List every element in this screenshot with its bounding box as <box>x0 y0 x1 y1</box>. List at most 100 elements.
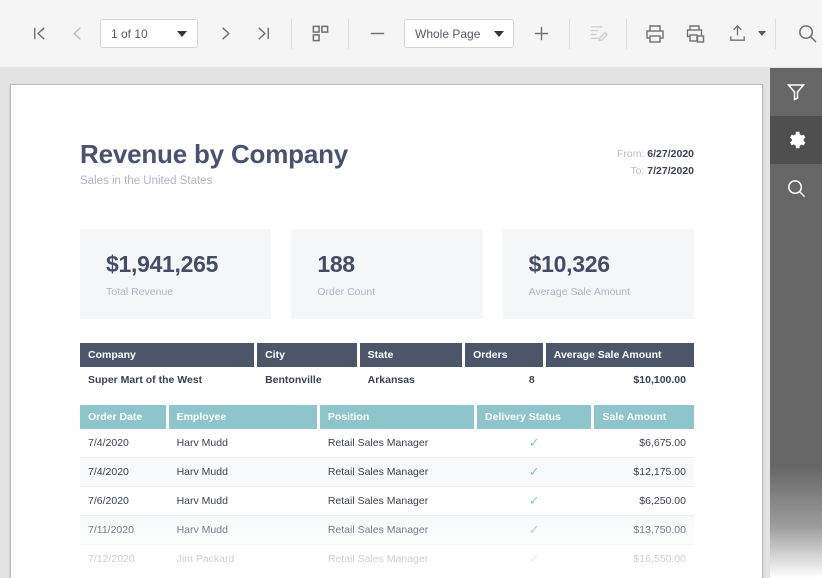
column-header-orders: Orders <box>465 343 543 367</box>
column-header-position: Position <box>320 405 474 429</box>
report-viewer-app: 1 of 10 <box>0 0 822 578</box>
table-header-row: Order Date Employee Position Delivery St… <box>80 405 694 429</box>
table-row: 7/4/2020Harv MuddRetail Sales Manager✓$1… <box>80 458 694 487</box>
cell-order-date: 7/12/2020 <box>80 545 166 573</box>
kpi-row: $1,941,265 Total Revenue 188 Order Count… <box>80 229 694 319</box>
report-page: Revenue by Company Sales in the United S… <box>10 84 763 578</box>
report-header: Revenue by Company Sales in the United S… <box>80 140 694 187</box>
viewer-toolbar: 1 of 10 <box>0 0 822 68</box>
kpi-value: $10,326 <box>529 251 694 278</box>
cell-employee: Harv Mudd <box>169 429 317 457</box>
kpi-label: Order Count <box>317 286 482 298</box>
table-row: 7/11/2020Harv MuddRetail Sales Manager ✓ $… <box>80 516 694 545</box>
report-subtitle: Sales in the United States <box>80 175 348 187</box>
cell-delivery-status: ✓ <box>477 458 591 486</box>
chevron-down-icon <box>494 31 504 37</box>
sidebar-item-search[interactable] <box>770 164 822 212</box>
previous-page-button[interactable] <box>58 15 96 53</box>
filter-icon <box>785 81 807 103</box>
last-page-button[interactable] <box>244 15 282 53</box>
check-icon: ✓ <box>529 487 540 515</box>
kpi-value: 188 <box>317 251 482 278</box>
export-icon <box>718 15 756 53</box>
to-value: 7/27/2020 <box>647 165 694 177</box>
search-icon <box>785 177 808 200</box>
kpi-card-order-count: 188 Order Count <box>291 229 482 319</box>
toolbar-divider <box>775 19 776 49</box>
cell-position: Retail Sales Manager <box>320 516 474 544</box>
sidebar-item-parameters[interactable] <box>770 116 822 164</box>
page-thumbnails-button[interactable] <box>301 15 339 53</box>
cell-employee: Harv Mudd <box>169 487 317 515</box>
next-page-button[interactable] <box>206 15 244 53</box>
sidebar-item-filter[interactable] <box>770 68 822 116</box>
cell-employee: Harv Mudd <box>169 516 317 544</box>
gear-icon <box>785 129 807 151</box>
document-viewer-area[interactable]: Revenue by Company Sales in the United S… <box>0 68 822 578</box>
toolbar-divider <box>569 19 570 49</box>
check-icon: ✓ <box>529 516 540 544</box>
cell-employee: Jim Packard <box>169 545 317 573</box>
cell-sale-amount: $16,550.00 <box>594 545 694 573</box>
order-detail-table: Order Date Employee Position Delivery St… <box>80 405 694 574</box>
cell-state: Arkansas <box>360 367 463 394</box>
print-multipage-button[interactable] <box>674 15 718 53</box>
kpi-card-total-revenue: $1,941,265 Total Revenue <box>80 229 271 319</box>
cell-position: Retail Sales Manager <box>320 458 474 486</box>
first-page-button[interactable] <box>20 15 58 53</box>
kpi-value: $1,941,265 <box>106 251 271 278</box>
toolbar-divider <box>626 19 627 49</box>
cell-delivery-status: ✓ <box>477 516 591 544</box>
check-icon: ✓ <box>529 458 540 486</box>
column-header-average-sale-amount: Average Sale Amount <box>546 343 694 367</box>
cell-sale-amount: $13,750.00 <box>594 516 694 544</box>
column-header-delivery-status: Delivery Status <box>477 405 591 429</box>
zoom-level-value: Whole Page <box>415 27 480 41</box>
cell-delivery-status: ✓ <box>477 545 591 573</box>
cell-delivery-status: ✓ <box>477 487 591 515</box>
column-header-order-date: Order Date <box>80 405 166 429</box>
print-button[interactable] <box>636 15 674 53</box>
column-header-sale-amount: Sale Amount <box>594 405 694 429</box>
cell-employee: Harv Mudd <box>169 458 317 486</box>
cell-sale-amount: $6,675.00 <box>594 429 694 457</box>
cell-position: Retail Sales Manager <box>320 429 474 457</box>
edit-report-button <box>579 15 617 53</box>
report-title: Revenue by Company <box>80 140 348 169</box>
table-row: 7/4/2020Harv MuddRetail Sales Manager✓$6… <box>80 429 694 458</box>
table-row: 7/12/2020Jim PackardRetail Sales Manager… <box>80 545 694 574</box>
cell-sale-amount: $6,250.00 <box>594 487 694 515</box>
cell-city: Bentonville <box>257 367 357 394</box>
from-value: 6/27/2020 <box>647 148 694 160</box>
kpi-label: Average Sale Amount <box>529 286 694 298</box>
cell-average-sale-amount: $10,100.00 <box>546 367 694 394</box>
column-header-state: State <box>360 343 463 367</box>
column-header-employee: Employee <box>169 405 317 429</box>
company-summary-table: Company City State Orders Average Sale A… <box>80 343 694 394</box>
table-header-row: Company City State Orders Average Sale A… <box>80 343 694 367</box>
kpi-card-average-sale-amount: $10,326 Average Sale Amount <box>503 229 694 319</box>
report-date-range: From: 6/27/2020 To: 7/27/2020 <box>617 140 694 180</box>
cell-orders: 8 <box>465 367 543 394</box>
zoom-out-button[interactable] <box>358 15 396 53</box>
column-header-company: Company <box>80 343 254 367</box>
search-button[interactable] <box>785 15 822 53</box>
cell-order-date: 7/11/2020 <box>80 516 166 544</box>
page-number-selector[interactable]: 1 of 10 <box>100 19 198 48</box>
check-icon: ✓ <box>529 545 540 573</box>
zoom-level-selector[interactable]: Whole Page <box>404 19 514 48</box>
chevron-down-icon <box>758 31 766 36</box>
tool-sidebar <box>770 68 822 578</box>
export-button[interactable] <box>718 15 766 53</box>
zoom-in-button[interactable] <box>522 15 560 53</box>
cell-order-date: 7/6/2020 <box>80 487 166 515</box>
toolbar-divider <box>348 19 349 49</box>
order-detail-rows: 7/4/2020Harv MuddRetail Sales Manager✓$6… <box>80 429 694 574</box>
to-label: To: <box>630 165 644 177</box>
table-row: Super Mart of the West Bentonville Arkan… <box>80 367 694 394</box>
cell-sale-amount: $12,175.00 <box>594 458 694 486</box>
table-row: 7/6/2020Harv MuddRetail Sales Manager✓$6… <box>80 487 694 516</box>
cell-position: Retail Sales Manager <box>320 545 474 573</box>
check-icon: ✓ <box>529 429 540 457</box>
column-header-city: City <box>257 343 357 367</box>
